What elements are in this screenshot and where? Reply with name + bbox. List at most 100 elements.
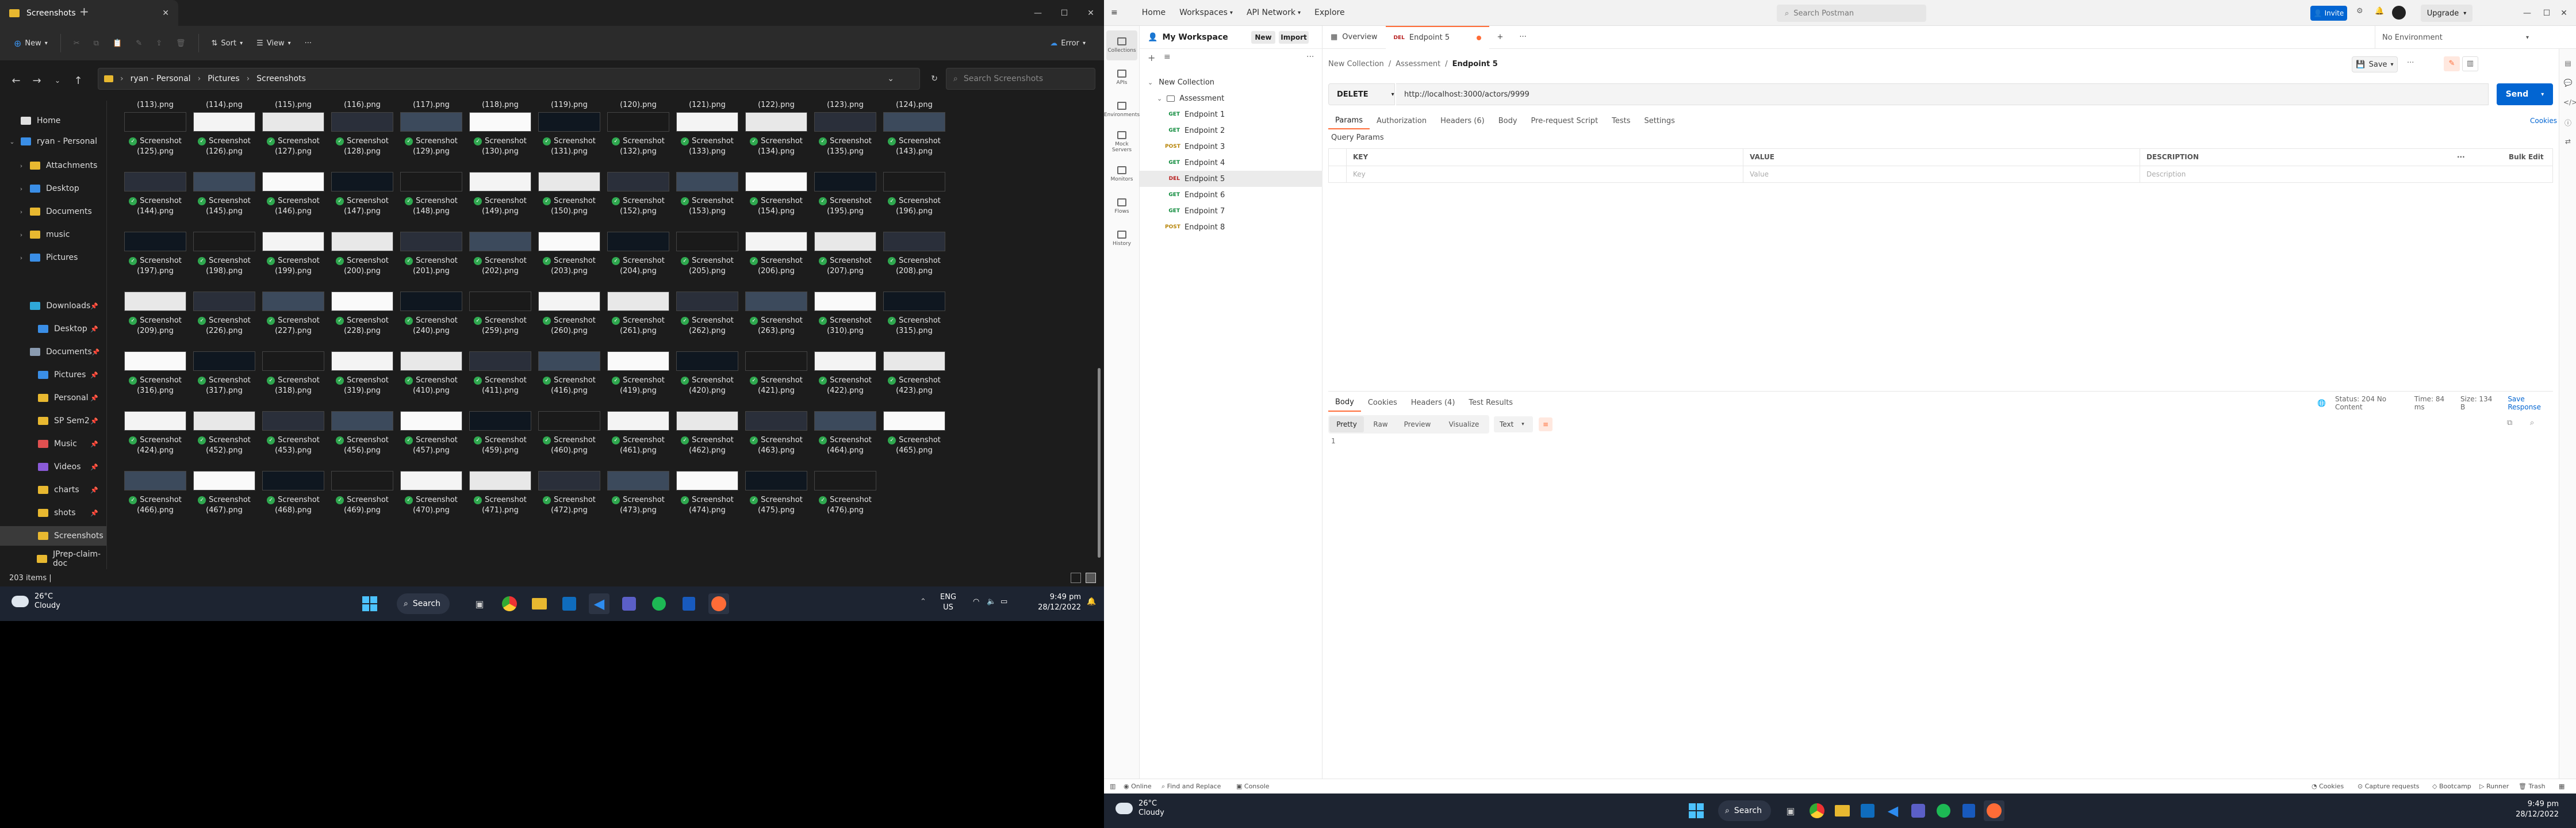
- request-row[interactable]: POST Endpoint 3: [1140, 139, 1322, 155]
- close-window-icon[interactable]: ✕: [2551, 0, 2576, 26]
- rename-icon[interactable]: ✎: [129, 32, 149, 55]
- back-icon[interactable]: ←: [6, 70, 26, 91]
- avatar[interactable]: [2392, 6, 2406, 20]
- status-code[interactable]: Status: 204 No Content: [2335, 395, 2405, 411]
- copy-icon[interactable]: ⧉: [87, 32, 106, 55]
- search-input[interactable]: ⌕ Search Screenshots: [946, 68, 1095, 90]
- pin-icon[interactable]: 📌: [90, 509, 98, 517]
- file-item[interactable]: ✓ Screenshot (228).png: [328, 288, 397, 355]
- request-tab[interactable]: Pre-request Script: [1524, 112, 1605, 129]
- breadcrumb-item[interactable]: Pictures: [208, 74, 239, 83]
- visualize-tab[interactable]: Visualize: [1441, 416, 1487, 432]
- file-item[interactable]: ✓ Screenshot (153).png: [673, 168, 742, 235]
- pretty-tab[interactable]: Pretty: [1329, 416, 1364, 432]
- file-item[interactable]: ✓ Screenshot (135).png: [811, 109, 880, 175]
- capture-button[interactable]: ⊙ Capture requests: [2358, 783, 2420, 790]
- file-item[interactable]: ✓ Screenshot (150).png: [535, 168, 604, 235]
- file-item[interactable]: ✓ Screenshot (126).png: [190, 109, 259, 175]
- chevron-right-icon[interactable]: ›: [17, 185, 25, 193]
- folder-row[interactable]: ⌄ Assessment: [1140, 90, 1322, 106]
- file-name[interactable]: (114).png: [190, 101, 259, 109]
- file-item[interactable]: ✓ Screenshot (134).png: [742, 109, 811, 175]
- clock[interactable]: 9:49 pm 28/12/2022: [1023, 592, 1081, 613]
- outlook-icon[interactable]: [559, 593, 580, 614]
- response-time[interactable]: Time: 84 ms: [2414, 395, 2451, 411]
- forward-icon[interactable]: →: [26, 70, 47, 91]
- value-input[interactable]: Value: [1743, 166, 1769, 182]
- sync-icon[interactable]: ⚙: [2356, 7, 2363, 16]
- file-item[interactable]: ✓ Screenshot (457).png: [397, 408, 466, 474]
- sidebar-item[interactable]: SP Sem2 📌: [0, 411, 106, 431]
- sidebar-item-environments[interactable]: Environments: [1104, 95, 1140, 125]
- code-icon[interactable]: </>: [2563, 98, 2576, 108]
- breadcrumb-item[interactable]: Screenshots: [256, 74, 306, 83]
- file-item[interactable]: ✓ Screenshot (144).png: [121, 168, 190, 235]
- file-item[interactable]: ✓ Screenshot (419).png: [604, 348, 673, 415]
- request-row[interactable]: DEL Endpoint 5: [1140, 171, 1322, 187]
- save-response-button[interactable]: Save Response: [2508, 395, 2553, 411]
- file-item[interactable]: ✓ Screenshot (317).png: [190, 348, 259, 415]
- file-item[interactable]: ✓ Screenshot (466).png: [121, 467, 190, 534]
- sidebar-item-flows[interactable]: Flows: [1106, 191, 1137, 221]
- request-row[interactable]: GET Endpoint 1: [1140, 106, 1322, 122]
- breadcrumb-item[interactable]: Endpoint 5: [1452, 60, 1498, 68]
- file-item[interactable]: ✓ Screenshot (470).png: [397, 467, 466, 534]
- file-item[interactable]: ✓ Screenshot (469).png: [328, 467, 397, 534]
- file-item[interactable]: ✓ Screenshot (460).png: [535, 408, 604, 474]
- find-replace-button[interactable]: ⌕ Find and Replace: [1162, 783, 1221, 791]
- sidebar-toggle-icon[interactable]: ▥: [1110, 783, 1116, 790]
- close-tab-icon[interactable]: ✕: [162, 9, 169, 18]
- file-item[interactable]: ✓ Screenshot (310).png: [811, 288, 880, 355]
- file-item[interactable]: ✓ Screenshot (410).png: [397, 348, 466, 415]
- volume-icon[interactable]: 🔈: [987, 597, 996, 607]
- task-view-icon[interactable]: ▣: [469, 593, 490, 614]
- refresh-icon[interactable]: ↻: [931, 74, 938, 83]
- start-icon[interactable]: [359, 593, 380, 614]
- cookies-button[interactable]: ◔ Cookies: [2312, 783, 2344, 790]
- recent-chevron-icon[interactable]: ⌄: [47, 70, 68, 91]
- sidebar-item[interactable]: › Pictures: [0, 248, 106, 267]
- raw-tab[interactable]: Raw: [1366, 416, 1395, 432]
- file-name[interactable]: (115).png: [259, 101, 328, 109]
- address-bar[interactable]: › ryan - Personal › Pictures › Screensho…: [98, 68, 938, 90]
- workspace-name[interactable]: My Workspace: [1162, 33, 1228, 42]
- file-item[interactable]: ✓ Screenshot (227).png: [259, 288, 328, 355]
- trash-button[interactable]: 🗑 Trash: [2518, 783, 2546, 790]
- start-icon[interactable]: [1686, 800, 1707, 821]
- file-item[interactable]: ✓ Screenshot (154).png: [742, 168, 811, 235]
- pin-icon[interactable]: 📌: [90, 417, 98, 425]
- file-item[interactable]: ✓ Screenshot (452).png: [190, 408, 259, 474]
- file-item[interactable]: ✓ Screenshot (133).png: [673, 109, 742, 175]
- request-tab[interactable]: Settings: [1638, 112, 1682, 129]
- file-item[interactable]: ✓ Screenshot (464).png: [811, 408, 880, 474]
- file-item[interactable]: ✓ Screenshot (416).png: [535, 348, 604, 415]
- response-tab[interactable]: Headers (4): [1404, 394, 1462, 412]
- file-item[interactable]: ✓ Screenshot (196).png: [880, 168, 949, 235]
- file-item[interactable]: ✓ Screenshot (463).png: [742, 408, 811, 474]
- filter-icon[interactable]: ≡: [1164, 52, 1171, 62]
- file-item[interactable]: ✓ Screenshot (261).png: [604, 288, 673, 355]
- chevron-right-icon[interactable]: ›: [17, 162, 25, 170]
- word-icon[interactable]: [678, 593, 699, 614]
- sidebar-item-mock-servers[interactable]: Mock Servers: [1106, 127, 1137, 157]
- chevron-right-icon[interactable]: ›: [17, 208, 25, 216]
- file-item[interactable]: ✓ Screenshot (259).png: [466, 288, 535, 355]
- maximize-icon[interactable]: ☐: [1051, 0, 1078, 26]
- response-tab[interactable]: Body: [1328, 394, 1361, 412]
- sidebar-item[interactable]: ⌄ ryan - Personal: [0, 132, 106, 151]
- file-item[interactable]: ✓ Screenshot (475).png: [742, 467, 811, 534]
- more-options-icon[interactable]: ···: [2407, 59, 2414, 67]
- sidebar-item[interactable]: Desktop 📌: [0, 319, 106, 339]
- postman-search-input[interactable]: ⌕ Search Postman: [1777, 5, 1926, 22]
- wrap-icon[interactable]: ≡: [1539, 417, 1552, 431]
- file-item[interactable]: ✓ Screenshot (472).png: [535, 467, 604, 534]
- spotify-icon[interactable]: [649, 593, 669, 614]
- upgrade-button[interactable]: Upgrade ▾: [2421, 5, 2472, 22]
- file-name[interactable]: (118).png: [466, 101, 535, 109]
- file-item[interactable]: ✓ Screenshot (468).png: [259, 467, 328, 534]
- sidebar-item-collections[interactable]: Collections: [1106, 30, 1137, 60]
- file-item[interactable]: ✓ Screenshot (131).png: [535, 109, 604, 175]
- taskbar-search[interactable]: ⌕ Search: [397, 593, 450, 614]
- file-item[interactable]: ✓ Screenshot (200).png: [328, 228, 397, 295]
- new-tab-icon[interactable]: +: [1489, 26, 1512, 49]
